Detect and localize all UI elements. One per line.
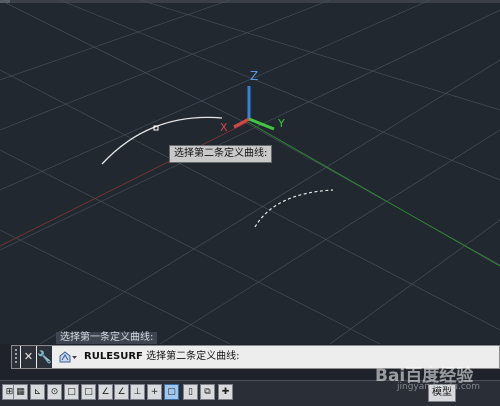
- command-history-line: 选择第一条定义曲线:: [56, 332, 158, 344]
- grid-line: [39, 59, 500, 344]
- dynamic-ucs-icon[interactable]: ⊥: [130, 384, 145, 400]
- grid-line: [0, 229, 231, 344]
- selection-cycling-icon[interactable]: ⧉: [200, 384, 215, 400]
- grid-line: [329, 219, 500, 344]
- object-snap-icon[interactable]: □: [81, 384, 96, 400]
- y-axis-label: Y: [277, 117, 285, 130]
- command-prompt[interactable]: RULESURF 选择第二条定义曲线:: [84, 346, 239, 368]
- grid-line: [0, 0, 231, 81]
- recent-commands-icon[interactable]: [58, 350, 78, 364]
- y-axis-line: [247, 121, 500, 267]
- drawing-viewport[interactable]: Z X Y 选择第二条定义曲线:: [0, 0, 500, 344]
- grid-line: [0, 149, 381, 344]
- x-axis-label: X: [220, 121, 228, 134]
- 3d-object-snap-icon[interactable]: ∠: [98, 384, 113, 400]
- x-axis-line: [0, 121, 249, 247]
- command-line-grip[interactable]: [12, 346, 20, 368]
- grid-line: [0, 0, 331, 131]
- command-line[interactable]: ✕ 🔧 RULESURF 选择第二条定义曲线:: [11, 345, 500, 369]
- transparency-icon[interactable]: ▢: [164, 384, 179, 400]
- 3d-scene: Z X Y: [0, 0, 500, 344]
- dynamic-input-tooltip: 选择第二条定义曲线:: [169, 145, 273, 163]
- status-bar: ⊞ ▦ ⊾ ⊙ □ □ ∠ ∠ ⊥ + ▢ ▯ ⧉ ✚ 模型: [0, 380, 500, 406]
- grid-display-icon[interactable]: ⊾: [30, 384, 45, 400]
- model-layout-button[interactable]: 模型: [428, 384, 456, 402]
- dynamic-input-icon[interactable]: +: [147, 384, 162, 400]
- polar-tracking-icon[interactable]: □: [64, 384, 79, 400]
- grid-lines: [0, 0, 500, 344]
- command-name: RULESURF: [84, 351, 143, 362]
- ortho-icon[interactable]: ⊙: [47, 384, 62, 400]
- annotation-monitor-icon[interactable]: ✚: [218, 384, 233, 400]
- close-icon[interactable]: ✕: [21, 346, 36, 368]
- object-snap-tracking-icon[interactable]: ∠: [114, 384, 129, 400]
- command-prompt-text: 选择第二条定义曲线:: [146, 351, 240, 362]
- z-axis-label: Z: [250, 69, 258, 83]
- snap-icon[interactable]: ▦: [13, 384, 28, 400]
- quick-properties-icon[interactable]: ▯: [183, 384, 198, 400]
- wrench-icon[interactable]: 🔧: [37, 346, 52, 368]
